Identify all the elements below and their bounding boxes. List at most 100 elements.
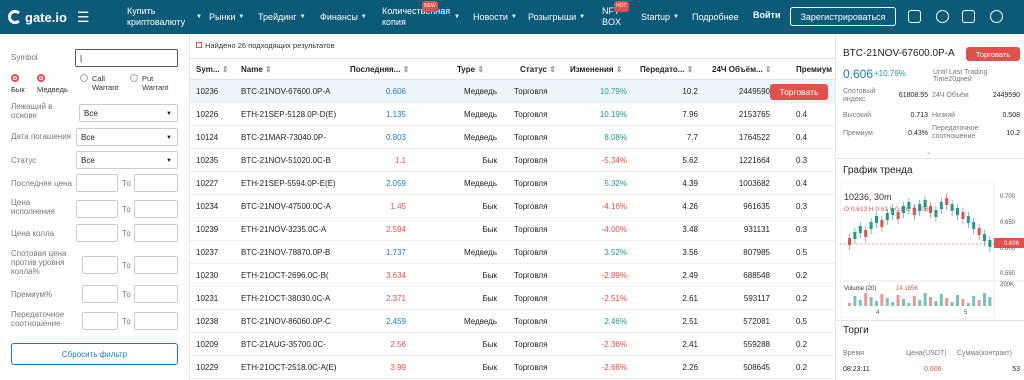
strike-label: Цена исполнения <box>11 198 55 216</box>
table-row[interactable]: 10226 ETH-21SEP-5128.0P-D(E) 1.135 Медведь Т… <box>190 103 835 126</box>
volume-bar <box>983 293 986 306</box>
table-cell: 0.3 <box>796 156 808 165</box>
col-header-change[interactable]: Изменения ⇕ <box>570 65 623 74</box>
download-icon[interactable] <box>962 10 975 23</box>
reset-filter-button[interactable]: Сбросить фильтр <box>11 343 178 365</box>
last-price-to-input[interactable] <box>134 174 178 192</box>
candle-body <box>853 232 857 239</box>
table-cell: Торговля <box>514 87 548 96</box>
table-row[interactable]: 10238 BTC-21NOV-86060.0P-C 2.459 Медведь Тор… <box>190 310 835 333</box>
spot-from-input[interactable] <box>82 256 118 274</box>
nav-markets[interactable]: Рынки ▼ <box>209 0 244 34</box>
stat-value: 0.508 <box>1002 112 1020 119</box>
table-row[interactable]: 10229 ETH-21OCT-2518.0C-A(E) 3.99 Бык Торгов… <box>190 356 835 379</box>
trade-button[interactable]: Торговать <box>770 84 828 100</box>
table-cell: BTC-21MAR-73040.0P- <box>241 133 326 142</box>
table-cell: Торговля <box>514 294 548 303</box>
symbol-input[interactable]: | <box>75 49 178 67</box>
last-price-from-input[interactable] <box>76 174 118 192</box>
col-label: Премиум <box>796 65 833 74</box>
results-text: Найдено 26 подходящих результатов <box>205 41 335 50</box>
volume-bar <box>885 298 889 306</box>
table-cell: ETH-21SEP-5128.0P-D(E) <box>241 110 337 119</box>
candle-body <box>945 198 949 205</box>
volume-bar <box>966 303 970 306</box>
status-select[interactable]: Все ▼ <box>76 151 178 169</box>
expand-chevron-icon[interactable]: ⌄ <box>926 148 932 156</box>
chart-frame <box>840 182 995 318</box>
nav-label: Количественная копия <box>382 6 451 27</box>
table-row[interactable]: 10230 ETH-21OCT-2696.0C-B(3.634 Бык Торговл… <box>190 264 835 287</box>
table-cell: -2.89% <box>601 271 627 280</box>
logo[interactable]: gate.io ☰ <box>8 9 120 26</box>
table-cell: 10227 <box>196 179 219 188</box>
strike-from-input[interactable] <box>76 200 118 218</box>
col-header-type[interactable]: Type ⇕ <box>457 65 484 74</box>
table-row[interactable]: 10235 BTC-21NOV-51020.0C-B 1.1 Бык Торговля -… <box>190 149 835 172</box>
call-price-to-input[interactable] <box>134 224 178 242</box>
nav-quant-copy[interactable]: Количественная копия ▼ NEW <box>382 0 460 34</box>
nav-news[interactable]: Новости ▼ <box>473 0 517 34</box>
nav-buy-crypto[interactable]: Купить криптовалюту ▼ <box>127 0 202 34</box>
bull-radio[interactable] <box>11 74 19 82</box>
menu-icon[interactable]: ☰ <box>77 9 90 26</box>
table-row[interactable]: 10237 BTC-21NOV-78870.0P-B 1.737 Медведь Тор… <box>190 241 835 264</box>
col-header-premium[interactable]: Премиум <box>796 65 832 74</box>
table-cell: Торговля <box>514 133 548 142</box>
table-row[interactable]: 10227 ETH-21SEP-5594.0P-E(E) 2.059 Медведь Т… <box>190 172 835 195</box>
table-row[interactable]: 10239 ETH-21NOV-3235.0C-A 2.594 Бык Торговля… <box>190 218 835 241</box>
spot-vs-call-label: Спотовая цена против уровня колла% <box>11 249 67 276</box>
to-label: То <box>122 205 131 214</box>
table-cell: 0.4 <box>796 179 808 188</box>
candle-body <box>934 210 938 217</box>
support-icon[interactable] <box>936 10 949 23</box>
leverage-to-input[interactable] <box>134 312 178 330</box>
stat-label: Низкий <box>932 112 956 119</box>
premium-to-input[interactable] <box>134 285 178 303</box>
premium-from-input[interactable] <box>82 285 118 303</box>
nav-more[interactable]: Подробнее <box>692 0 739 34</box>
symbol-label: Symbol <box>11 53 38 62</box>
settings-icon[interactable] <box>990 10 1003 23</box>
candle-body <box>988 240 992 247</box>
status-value: Все <box>81 155 95 165</box>
price-chart[interactable]: 10236, 30m O 0.613 H 0.61 L 0.6 C 0.606 … <box>840 182 1024 318</box>
expiry-select[interactable]: Все ▼ <box>76 128 178 146</box>
call-price-from-input[interactable] <box>76 224 118 242</box>
table-cell: 0.3 <box>796 225 808 234</box>
detail-price: 0.606 <box>843 67 874 81</box>
table-cell: 1221664 <box>738 156 770 165</box>
stat-label: Спотовый индекс <box>843 88 876 103</box>
nav-startup[interactable]: Startup ▼ <box>641 0 679 34</box>
col-header-last-price[interactable]: Последняя... ⇕ <box>350 65 409 74</box>
col-header-volume[interactable]: 24Ч Объём... ⇕ <box>712 65 772 74</box>
chevron-down-icon: ▼ <box>360 13 367 20</box>
nav-giveaways[interactable]: Розыгрыши ▼ <box>528 0 585 34</box>
bear-radio[interactable] <box>37 74 45 82</box>
table-row[interactable]: 10231 ETH-21OCT-38030.0C-A 2.371 Бык Торговл… <box>190 287 835 310</box>
spot-to-input[interactable] <box>134 256 178 274</box>
nav-trading[interactable]: Трейдинг ▼ <box>258 0 306 34</box>
table-cell: 10209 <box>196 340 219 349</box>
register-button[interactable]: Зарегистрироваться <box>790 7 896 26</box>
table-row[interactable]: 10234 BTC-21NOV-47500.0C-A 1.45 Бык Торговля… <box>190 195 835 218</box>
volume-bar <box>891 302 895 306</box>
nav-nft-box[interactable]: NFT BOX HOT <box>602 0 629 34</box>
underlying-select[interactable]: Все ▼ <box>79 104 178 122</box>
leverage-from-input[interactable] <box>82 312 118 330</box>
table-row[interactable]: 10236 BTC-21NOV-67600.0P-A 0.606 Медведь Тор… <box>190 80 835 103</box>
detail-trade-button[interactable]: Торговать <box>966 47 1020 61</box>
col-header-symbol[interactable]: Sym... ⇕ <box>196 65 229 74</box>
col-header-name[interactable]: Name ⇕ <box>241 65 272 74</box>
table-row[interactable]: 10124 BTC-21MAR-73040.0P- 0.803 Медведь Торг… <box>190 126 835 149</box>
table-row[interactable]: 10209 BTC-21AUG-35700.0C- 2.56 Бык Торговля -… <box>190 333 835 356</box>
login-button[interactable]: Войти <box>753 10 780 20</box>
warrants-table: Найдено 26 подходящих результатов Sym...… <box>190 34 835 380</box>
nav-finance[interactable]: Финансы ▼ <box>320 0 367 34</box>
strike-to-input[interactable] <box>134 200 178 218</box>
stat-label: 24Ч Объём <box>932 92 969 99</box>
col-header-leverage[interactable]: Передато... ⇕ <box>640 65 693 74</box>
table-cell: 3.634 <box>385 271 406 280</box>
wallet-icon[interactable] <box>908 10 921 23</box>
col-header-status[interactable]: Статус ⇕ <box>520 65 556 74</box>
